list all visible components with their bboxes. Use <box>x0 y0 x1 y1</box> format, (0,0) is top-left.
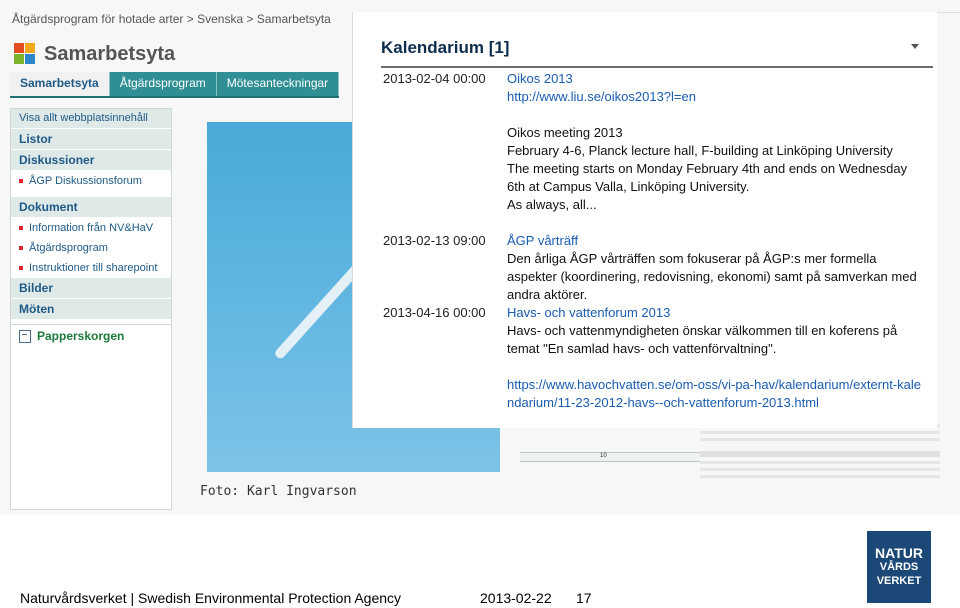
event-title-link[interactable]: ÅGP vårträff <box>507 232 927 250</box>
nav-recycle-bin[interactable]: Papperskorgen <box>11 324 171 347</box>
event-datetime: 2013-02-13 09:00 <box>383 233 486 248</box>
event-text: As always, all... <box>507 197 597 212</box>
tab-motesanteckningar[interactable]: Mötesanteckningar <box>217 72 340 96</box>
nav-view-all[interactable]: Visa allt webbplatsinnehåll <box>11 109 171 129</box>
calendar-header: Kalendarium [1] <box>381 38 933 68</box>
event-datetime: 2013-02-04 00:00 <box>383 71 486 86</box>
event-text: February 4-6, Planck lecture hall, F-bui… <box>507 143 893 158</box>
page-number: 17 <box>576 590 592 606</box>
logo-line: NATUR <box>875 545 923 561</box>
nav-documents[interactable]: Dokument <box>11 197 171 218</box>
event-url-link[interactable]: https://www.havochvatten.se/om-oss/vi-pa… <box>507 376 927 412</box>
footer-org: Naturvårdsverket | Swedish Environmental… <box>20 590 402 606</box>
nav-item-instruktioner[interactable]: Instruktioner till sharepoint <box>11 258 171 278</box>
site-title-text: Samarbetsyta <box>44 42 176 65</box>
row-number: 10 <box>600 453 607 459</box>
calendar-title: Kalendarium [1] <box>381 38 510 57</box>
site-title: Samarbetsyta <box>14 40 175 68</box>
nav-lists[interactable]: Listor <box>11 129 171 150</box>
event-datetime: 2013-04-16 00:00 <box>383 305 486 320</box>
recycle-bin-icon <box>19 329 31 343</box>
chevron-down-icon[interactable] <box>911 44 919 49</box>
nav-item-discussion-forum[interactable]: ÅGP Diskussionsforum <box>11 171 171 191</box>
nav-pictures[interactable]: Bilder <box>11 278 171 299</box>
recycle-bin-label: Papperskorgen <box>37 329 125 343</box>
tab-samarbetsyta[interactable]: Samarbetsyta <box>10 72 110 96</box>
naturvardsverket-logo: NATUR VÅRDS VERKET <box>867 531 931 603</box>
nav-meetings[interactable]: Möten <box>11 299 171 320</box>
footer-date: 2013-02-22 <box>480 590 552 606</box>
quick-launch-nav: Visa allt webbplatsinnehåll Listor Disku… <box>10 108 172 510</box>
calendar-panel: Kalendarium [1] 2013-02-04 00:00 Oikos 2… <box>352 12 937 428</box>
nav-discussions[interactable]: Diskussioner <box>11 150 171 171</box>
logo-line: VERKET <box>876 575 922 587</box>
nav-item-atgardsprogram[interactable]: Åtgärdsprogram <box>11 238 171 258</box>
event-title-link[interactable]: Havs- och vattenforum 2013 <box>507 304 927 322</box>
tab-atgardsprogram[interactable]: Åtgärdsprogram <box>110 72 217 96</box>
background-list-area <box>700 420 940 515</box>
event-body: Oikos 2013 http://www.liu.se/oikos2013?l… <box>507 70 927 214</box>
table-row: 10 <box>520 452 700 462</box>
event-body: Havs- och vattenforum 2013 Havs- och vat… <box>507 304 927 412</box>
breadcrumb[interactable]: Åtgärdsprogram för hotade arter > Svensk… <box>12 12 331 26</box>
event-body: ÅGP vårträff Den årliga ÅGP vårträffen s… <box>507 232 927 304</box>
event-text: The meeting starts on Monday February 4t… <box>507 161 908 194</box>
event-text: Havs- och vattenmyndigheten önskar välko… <box>507 323 898 356</box>
event-url-link[interactable]: http://www.liu.se/oikos2013?l=en <box>507 88 927 106</box>
sharepoint-logo-icon <box>14 43 36 65</box>
event-text: Oikos meeting 2013 <box>507 125 623 140</box>
logo-line: VÅRDS <box>879 561 919 573</box>
event-title-link[interactable]: Oikos 2013 <box>507 70 927 88</box>
nav-item-information[interactable]: Information från NV&HaV <box>11 218 171 238</box>
photo-caption: Foto: Karl Ingvarson <box>200 484 357 499</box>
top-nav-tabs: Samarbetsyta Åtgärdsprogram Mötesanteckn… <box>10 72 340 98</box>
event-text: Den årliga ÅGP vårträffen som fokuserar … <box>507 251 917 302</box>
